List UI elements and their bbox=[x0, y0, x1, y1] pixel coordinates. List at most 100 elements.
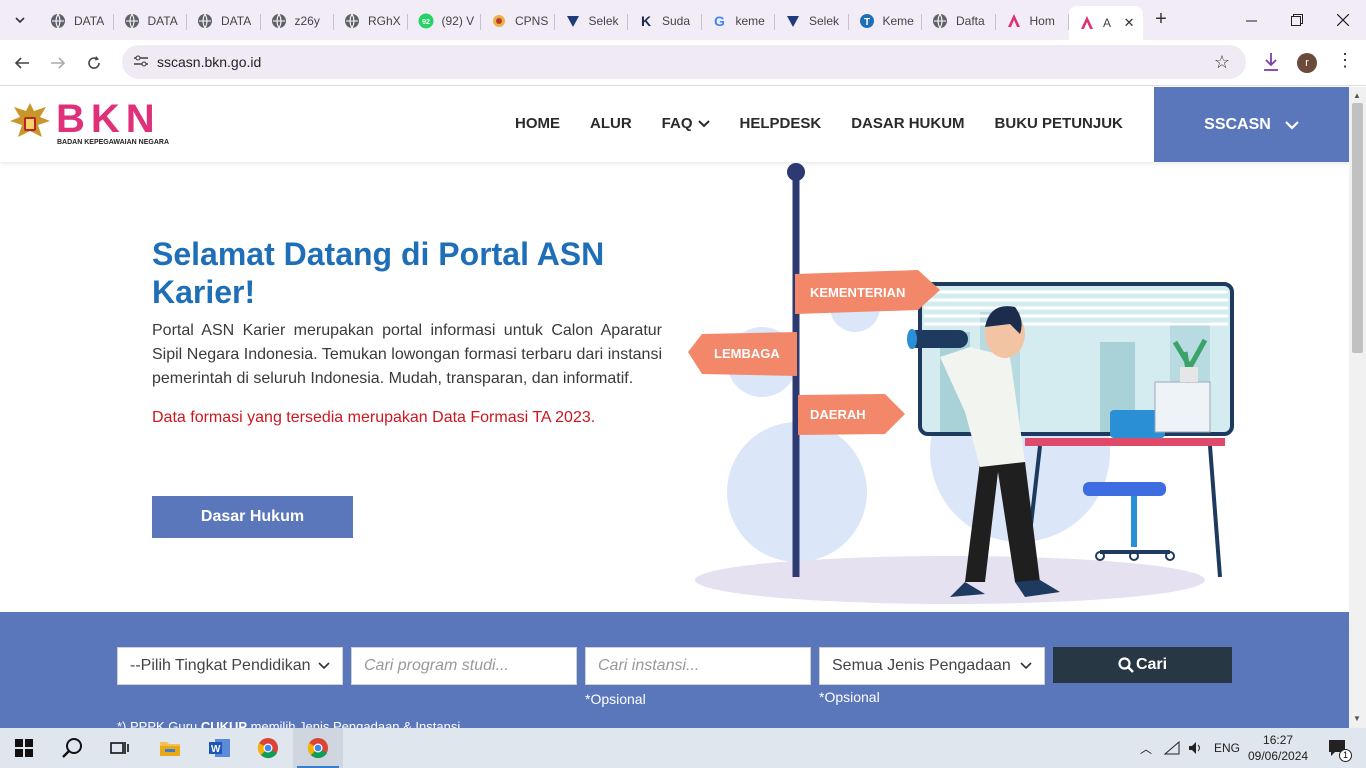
tab-title: (92) V bbox=[441, 14, 475, 28]
sscasn-dropdown-button[interactable]: SSCASN bbox=[1154, 87, 1349, 162]
tab-title: z26y bbox=[294, 14, 320, 28]
notification-count: 1 bbox=[1339, 749, 1352, 762]
menu-faq-label: FAQ bbox=[661, 115, 693, 132]
close-tab-icon[interactable]: ✕ bbox=[1124, 15, 1135, 31]
word-icon: W bbox=[209, 739, 230, 757]
url-text: sscasn.bkn.go.id bbox=[157, 54, 262, 70]
ground-shadow bbox=[695, 556, 1205, 604]
browser-tab[interactable]: Selek bbox=[555, 6, 629, 36]
reload-icon bbox=[88, 56, 100, 69]
browser-tab[interactable]: CPNS bbox=[481, 6, 555, 36]
tab-title: Hom bbox=[1029, 14, 1055, 28]
program-study-input[interactable]: Cari program studi... bbox=[351, 647, 577, 685]
tab-title: Selek bbox=[809, 14, 840, 28]
scroll-up-icon[interactable]: ▲ bbox=[1353, 91, 1361, 100]
browser-tab[interactable]: 92 (92) V bbox=[408, 6, 482, 36]
instansi-input[interactable]: Cari instansi... bbox=[585, 647, 811, 685]
restore-button[interactable] bbox=[1274, 0, 1320, 40]
sscasn-label: SSCASN bbox=[1204, 115, 1271, 133]
dasar-hukum-button[interactable]: Dasar Hukum bbox=[152, 496, 353, 538]
education-level-select[interactable]: --Pilih Tingkat Pendidikan bbox=[117, 647, 343, 685]
tab-title: CPNS bbox=[515, 14, 549, 28]
sscasn-icon bbox=[785, 13, 801, 29]
menu-home[interactable]: HOME bbox=[515, 115, 560, 132]
forward-button[interactable] bbox=[46, 51, 70, 75]
menu-faq[interactable]: FAQ bbox=[662, 115, 710, 132]
chevron-down-icon bbox=[318, 662, 330, 670]
start-button[interactable] bbox=[0, 728, 48, 768]
clock-time: 16:27 bbox=[1263, 733, 1294, 747]
tab-strip: DATA DATA DATA z26y RGhX 92 (92) V CPNS Selek K Su… bbox=[40, 6, 1143, 40]
browser-tab[interactable]: DATA bbox=[40, 6, 114, 36]
minimize-button[interactable] bbox=[1228, 0, 1274, 40]
network-icon[interactable] bbox=[1164, 741, 1180, 755]
browser-tab[interactable]: T Keme bbox=[849, 6, 923, 36]
menu-dasar-hukum[interactable]: DASAR HUKUM bbox=[851, 115, 964, 132]
browser-tab[interactable]: z26y bbox=[261, 6, 335, 36]
new-tab-button[interactable]: + bbox=[1150, 8, 1172, 30]
taskbar-chrome[interactable] bbox=[244, 728, 292, 768]
browser-tab[interactable]: Hom bbox=[996, 6, 1070, 36]
windows-taskbar: W ︿ ENG 16:27 09/06/2024 1 bbox=[0, 728, 1366, 768]
browser-menu-icon[interactable]: ⋮ bbox=[1336, 50, 1354, 71]
footnote-prefix: *) PPPK Guru bbox=[117, 719, 201, 728]
chevron-down-icon bbox=[697, 119, 710, 127]
asn-icon bbox=[1006, 13, 1022, 29]
download-icon[interactable] bbox=[1262, 52, 1280, 72]
browser-tab[interactable]: DATA bbox=[187, 6, 261, 36]
page-scrollbar[interactable]: ▲ ▼ bbox=[1349, 87, 1366, 728]
globe-icon bbox=[50, 13, 66, 29]
back-button[interactable] bbox=[10, 51, 34, 75]
language-indicator[interactable]: ENG bbox=[1214, 741, 1240, 755]
close-window-button[interactable] bbox=[1320, 0, 1366, 40]
browser-tab[interactable]: Selek bbox=[775, 6, 849, 36]
tab-search-button[interactable] bbox=[8, 8, 32, 32]
scrollbar-thumb[interactable] bbox=[1352, 103, 1363, 353]
tab-title: Selek bbox=[588, 14, 619, 28]
volume-icon[interactable] bbox=[1188, 741, 1204, 755]
browser-tab-active[interactable]: A ✕ bbox=[1069, 6, 1143, 40]
chair bbox=[1083, 482, 1175, 561]
tab-title: Suda bbox=[662, 14, 691, 28]
browser-tab[interactable]: RGhX bbox=[334, 6, 408, 36]
reload-button[interactable] bbox=[82, 51, 106, 75]
site-settings-icon[interactable] bbox=[134, 54, 148, 68]
scroll-down-icon[interactable]: ▼ bbox=[1353, 714, 1361, 723]
bookmark-star-icon[interactable]: ☆ bbox=[1214, 52, 1230, 73]
garuda-emblem-icon bbox=[10, 103, 50, 137]
browser-tab[interactable]: K Suda bbox=[628, 6, 702, 36]
instansi-optional-label: *Opsional bbox=[585, 691, 646, 707]
svg-text:W: W bbox=[211, 744, 221, 755]
browser-tab[interactable]: Gkeme bbox=[702, 6, 776, 36]
menu-alur[interactable]: ALUR bbox=[590, 115, 632, 132]
address-bar[interactable]: sscasn.bkn.go.id ☆ bbox=[122, 45, 1246, 79]
chevron-down-icon bbox=[1285, 120, 1299, 130]
taskbar-chrome-profile[interactable] bbox=[293, 728, 343, 768]
main-menu: HOME ALUR FAQ HELPDESK DASAR HUKUM BUKU … bbox=[500, 115, 1138, 132]
hero-illustration: KEMENTERIAN LEMBAGA DAERAH bbox=[688, 163, 1234, 604]
show-hidden-icons-icon[interactable]: ︿ bbox=[1140, 740, 1152, 757]
arrow-left-icon bbox=[14, 57, 29, 69]
restore-icon bbox=[1291, 14, 1303, 26]
browser-tab[interactable]: Dafta bbox=[922, 6, 996, 36]
profile-avatar[interactable]: r bbox=[1297, 53, 1317, 73]
search-button[interactable]: Cari bbox=[1053, 647, 1232, 683]
chevron-down-icon bbox=[1020, 662, 1032, 670]
task-view-button[interactable] bbox=[96, 728, 144, 768]
browser-tab[interactable]: DATA bbox=[114, 6, 188, 36]
taskbar-search-button[interactable] bbox=[48, 728, 96, 768]
notification-center-button[interactable]: 1 bbox=[1318, 728, 1358, 768]
folder-icon bbox=[160, 742, 180, 756]
taskbar-clock[interactable]: 16:27 09/06/2024 bbox=[1248, 732, 1308, 764]
globe-icon bbox=[344, 13, 360, 29]
hero-title: Selamat Datang di Portal ASN Karier! bbox=[152, 236, 605, 310]
system-tray: ︿ ENG bbox=[1140, 728, 1240, 768]
close-icon bbox=[1337, 14, 1349, 26]
taskbar-word[interactable]: W bbox=[196, 728, 244, 768]
procurement-type-select[interactable]: Semua Jenis Pengadaan bbox=[819, 647, 1045, 685]
bkn-logo[interactable]: BKN BADAN KEPEGAWAIAN NEGARA bbox=[8, 99, 169, 147]
menu-buku-petunjuk[interactable]: BUKU PETUNJUK bbox=[995, 115, 1123, 132]
taskbar-file-explorer[interactable] bbox=[146, 728, 194, 768]
menu-helpdesk[interactable]: HELPDESK bbox=[740, 115, 822, 132]
clock-date: 09/06/2024 bbox=[1248, 749, 1309, 763]
